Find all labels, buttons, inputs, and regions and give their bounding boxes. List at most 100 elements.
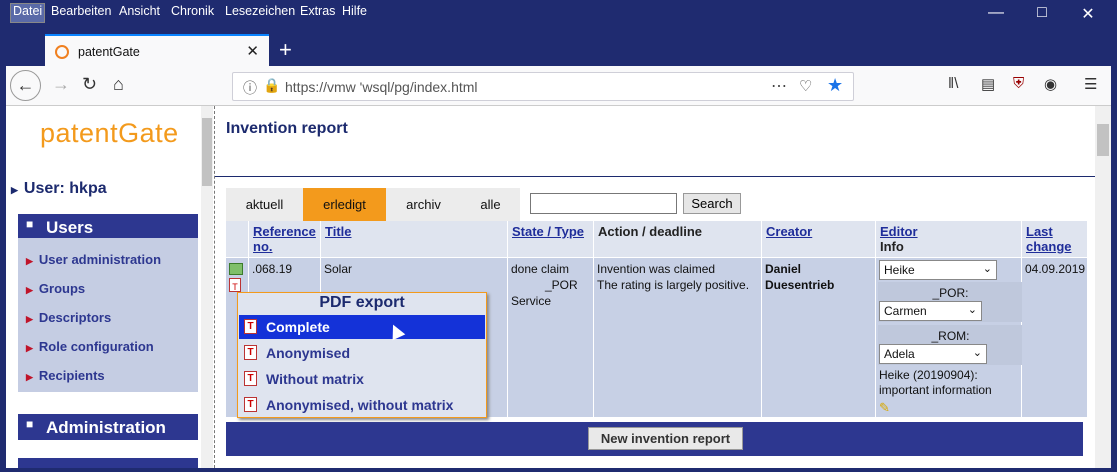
home-button[interactable]: ⌂ (113, 74, 124, 95)
edit-pencil-icon[interactable]: ✎ (879, 400, 890, 416)
navigation-toolbar: ← → ↻ ⌂ ⓘ 🔒 https://vmw 'wsql/pg/index.h… (6, 66, 1111, 106)
forward-button[interactable]: → (52, 74, 70, 95)
tab-aktuell[interactable]: aktuell (226, 188, 303, 221)
tab-alle[interactable]: alle (461, 188, 520, 221)
arrow-icon: ▶ (26, 285, 33, 295)
page-content: patentGate ▶ User: hkpa ■ Users ▶ User adm… (6, 106, 1111, 468)
url-bar[interactable]: ⓘ 🔒 https://vmw 'wsql/pg/index.html ⋯ ♡ … (232, 72, 854, 101)
reload-button[interactable]: ↻ (82, 74, 97, 95)
sidebar-item-role-configuration[interactable]: ▶ Role configuration (26, 339, 154, 354)
cell-creator: Daniel Duesentrieb (762, 258, 875, 417)
patentgate-logo: patentGate (40, 118, 179, 148)
lock-icon[interactable]: 🔒 (263, 77, 280, 94)
pdf-icon: Т (244, 319, 257, 334)
menu-chronik[interactable]: Chronik (171, 4, 214, 18)
section-next[interactable] (18, 458, 198, 468)
cell-last-change: 04.09.2019 (1022, 258, 1087, 417)
scrollbar-thumb[interactable] (202, 118, 212, 186)
table-header-icons (226, 221, 248, 257)
arrow-icon: ▶ (26, 314, 33, 324)
popup-title: PDF export (319, 294, 405, 311)
chevron-down-icon: ⌄ (982, 263, 992, 275)
arrow-icon: ▶ (26, 256, 33, 266)
title-divider (215, 176, 1095, 177)
library-icon[interactable]: ‖\ (948, 75, 958, 92)
menu-hilfe[interactable]: Hilfe (342, 4, 367, 18)
url-text[interactable]: https://vmw 'wsql/pg/index.html (285, 79, 478, 95)
editor-select[interactable]: Heike ⌄ (879, 260, 997, 280)
pdf-option-anonymised-without-matrix[interactable]: Т Anonymised, without matrix (239, 393, 485, 417)
chevron-down-icon: ⌄ (972, 347, 982, 359)
section-users[interactable]: ■ Users (18, 214, 198, 240)
menu-datei[interactable]: Datei (10, 3, 46, 23)
header-editor[interactable]: Editor Info (876, 221, 1021, 257)
page-title: Invention report (226, 120, 348, 137)
por-select[interactable]: Carmen ⌄ (879, 301, 982, 321)
maximize-icon[interactable]: □ (1019, 4, 1065, 22)
tab-title: patentGate (78, 45, 140, 59)
sidebar-toggle-icon[interactable]: ▤ (981, 75, 995, 93)
arrow-icon: ▶ (26, 372, 33, 382)
users-submenu: ▶ User administration ▶ Groups ▶ Descriptor… (18, 238, 198, 392)
filter-tabs: aktuell erledigt archiv alle (226, 188, 520, 221)
minimize-icon[interactable]: — (973, 4, 1019, 22)
site-info-icon[interactable]: ⓘ (243, 78, 257, 98)
sidebar-item-groups[interactable]: ▶ Groups (26, 281, 85, 296)
sidebar-scrollbar[interactable] (201, 106, 213, 468)
pdf-icon: Т (244, 397, 257, 412)
tab-archiv[interactable]: archiv (386, 188, 461, 221)
header-last-change[interactable]: Last change (1022, 221, 1087, 257)
section-administration[interactable]: ■ Administration (18, 414, 198, 440)
menu-extras[interactable]: Extras (300, 4, 335, 18)
back-button[interactable]: ← (10, 70, 41, 101)
scrollbar-thumb[interactable] (1097, 124, 1109, 156)
triangle-icon: ▶ (11, 185, 18, 195)
ublock-icon[interactable]: ⛨ (1013, 75, 1024, 92)
account-icon[interactable]: ◉ (1044, 75, 1057, 93)
header-creator[interactable]: Creator (762, 221, 875, 257)
header-state-type[interactable]: State / Type (508, 221, 593, 257)
close-tab-icon[interactable]: ✕ (246, 42, 259, 60)
open-report-icon[interactable] (229, 263, 243, 275)
menu-bearbeiten[interactable]: Bearbeiten (51, 4, 111, 18)
rom-select[interactable]: Adela ⌄ (879, 344, 987, 364)
pdf-icon: Т (244, 371, 257, 386)
tab-erledigt[interactable]: erledigt (303, 188, 386, 221)
pocket-icon[interactable]: ♡ (799, 77, 812, 95)
sidebar-item-recipients[interactable]: ▶ Recipients (26, 368, 105, 383)
menu-bar: Datei Bearbeiten Ansicht Chronik Lesezei… (0, 0, 1117, 24)
bottom-bar: New invention report (226, 422, 1083, 456)
sidebar-item-user-administration[interactable]: ▶ User administration (26, 252, 161, 267)
pdf-option-complete[interactable]: Т Complete (239, 315, 485, 339)
cell-editor: Heike ⌄ _POR: Carmen ⌄ _ROM: Adela ⌄ Heike … (876, 258, 1023, 417)
search-button[interactable]: Search (683, 193, 741, 214)
page-scrollbar[interactable] (1095, 106, 1111, 468)
browser-window: Datei Bearbeiten Ansicht Chronik Lesezei… (0, 0, 1117, 472)
chevron-down-icon: ⌄ (967, 304, 977, 316)
header-title[interactable]: Title (321, 221, 507, 257)
pdf-option-without-matrix[interactable]: Т Without matrix (239, 367, 485, 391)
expand-icon[interactable]: ■ (26, 417, 33, 431)
new-tab-button[interactable]: + (279, 37, 292, 63)
pdf-option-anonymised[interactable]: Т Anonymised (239, 341, 485, 365)
hamburger-menu-icon[interactable]: ☰ (1084, 75, 1097, 93)
browser-tab[interactable]: patentGate ✕ (45, 34, 269, 67)
sidebar: patentGate ▶ User: hkpa ■ Users ▶ User adm… (6, 106, 214, 468)
cell-state-type: done claim _POR Service (508, 258, 593, 417)
search-input[interactable] (530, 193, 677, 214)
user-label: ▶ User: hkpa (11, 180, 107, 197)
new-invention-report-button[interactable]: New invention report (588, 427, 743, 450)
pdf-export-icon[interactable]: Т (229, 278, 241, 292)
cell-action: Invention was claimed The rating is larg… (594, 258, 761, 417)
sidebar-item-descriptors[interactable]: ▶ Descriptors (26, 310, 111, 325)
bookmark-star-icon[interactable]: ★ (827, 75, 843, 96)
page-actions-icon[interactable]: ⋯ (771, 76, 787, 96)
menu-lesezeichen[interactable]: Lesezeichen (225, 4, 295, 18)
header-reference[interactable]: Reference no. (249, 221, 320, 257)
pdf-export-popup: PDF export Т Complete Т Anonymised Т Withou… (237, 292, 487, 418)
menu-ansicht[interactable]: Ansicht (119, 4, 160, 18)
close-window-icon[interactable]: ✕ (1065, 4, 1111, 24)
arrow-icon: ▶ (26, 343, 33, 353)
info-text: Heike (20190904): important information (879, 368, 992, 397)
collapse-icon[interactable]: ■ (26, 217, 33, 231)
